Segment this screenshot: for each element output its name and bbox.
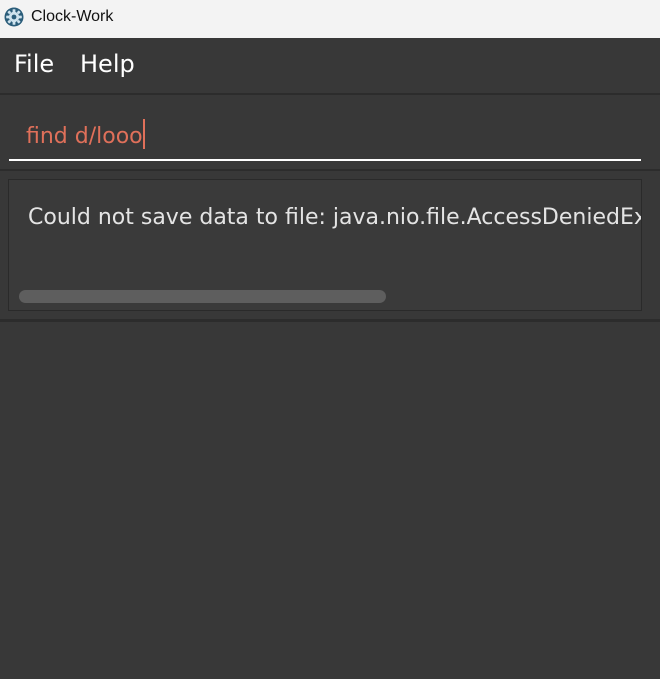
list-panel [0,322,660,679]
window-title: Clock-Work [31,8,114,25]
command-input[interactable]: find d/looo [9,107,641,161]
command-input-text: find d/looo [26,119,145,150]
result-display-panel: Could not save data to file: java.nio.fi… [0,171,660,322]
command-value: find d/looo [26,124,143,149]
menu-help[interactable]: Help [80,49,135,79]
title-bar: Clock-Work [0,0,660,38]
menu-file[interactable]: File [14,49,54,79]
result-message: Could not save data to file: java.nio.fi… [28,205,641,230]
horizontal-scrollbar[interactable] [19,290,386,303]
command-box: find d/looo [0,95,660,171]
gear-icon [4,7,24,27]
result-display[interactable]: Could not save data to file: java.nio.fi… [8,179,642,311]
menu-bar: File Help [0,38,660,95]
text-caret [142,119,145,149]
